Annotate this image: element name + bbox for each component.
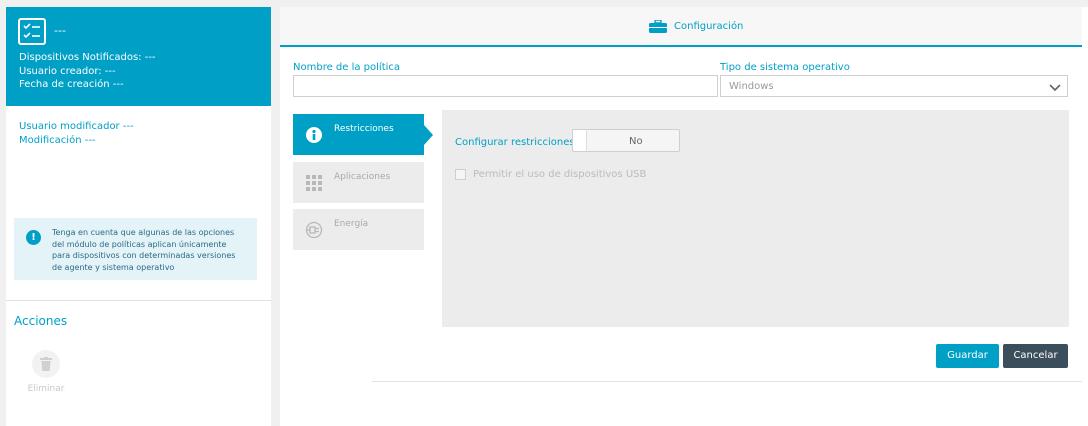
toggle-value: No [629, 136, 643, 147]
divider [6, 300, 271, 301]
policy-summary-panel: --- Dispositivos Notificados: --- Usuari… [6, 7, 271, 426]
apps-grid-icon [306, 175, 322, 191]
configuration-header: Configuración [280, 7, 1082, 47]
policy-name-label: Nombre de la política [293, 62, 401, 73]
configure-restrictions-label: Configurar restricciones [455, 137, 575, 148]
info-icon [306, 127, 322, 143]
policy-header: --- Dispositivos Notificados: --- Usuari… [6, 7, 271, 106]
configuration-header-label: Configuración [674, 21, 744, 32]
delete-button[interactable]: Eliminar [26, 350, 66, 394]
toggle-knob [573, 130, 587, 151]
os-type-select[interactable]: Windows [720, 75, 1068, 97]
configuration-panel: Configuración Nombre de la política Tipo… [280, 7, 1088, 426]
tab-energia[interactable]: Energía [293, 209, 424, 250]
modifier-user: Usuario modificador --- [19, 121, 134, 132]
policy-name-input[interactable] [293, 75, 718, 97]
modification-date: Modificación --- [19, 134, 96, 146]
tab-aplicaciones[interactable]: Aplicaciones [293, 162, 424, 203]
tab-energia-label: Energía [334, 219, 369, 229]
exclamation-icon: ! [26, 230, 41, 245]
policy-meta: Dispositivos Notificados: --- Usuario cr… [19, 51, 156, 92]
tab-aplicaciones-label: Aplicaciones [334, 172, 391, 182]
active-tab-pointer [424, 125, 433, 145]
cancel-button[interactable]: Cancelar [1003, 344, 1068, 368]
os-type-value: Windows [729, 81, 774, 92]
power-plug-icon [305, 221, 323, 239]
tab-restricciones-label: Restricciones [334, 124, 394, 134]
delete-label: Eliminar [27, 384, 65, 394]
checklist-icon [18, 18, 46, 45]
tab-restricciones[interactable]: Restricciones [293, 114, 433, 155]
trash-icon [32, 350, 60, 378]
creator-user: Usuario creador: --- [19, 65, 116, 77]
configuration-title: Configuración [649, 20, 744, 33]
creation-date: Fecha de creación --- [19, 79, 124, 90]
info-notice-text: Tenga en cuenta que algunas de las opcio… [52, 228, 236, 272]
notified-devices: Dispositivos Notificados: --- [19, 52, 156, 63]
usb-checkbox[interactable] [455, 169, 466, 180]
chevron-down-icon [1049, 84, 1061, 92]
configure-restrictions-toggle[interactable]: No [572, 129, 680, 152]
footer-divider [372, 381, 1082, 382]
briefcase-icon [649, 20, 667, 33]
policy-title: --- [54, 24, 66, 37]
usb-checkbox-label: Permitir el uso de dispositivos USB [473, 169, 647, 180]
os-type-label: Tipo de sistema operativo [720, 62, 850, 73]
actions-heading: Acciones [14, 314, 68, 328]
save-button[interactable]: Guardar [936, 344, 999, 368]
modification-info: Usuario modificador --- Modificación --- [6, 106, 271, 161]
restrictions-content: Configurar restricciones No Permitir el … [442, 110, 1069, 327]
info-notice: ! Tenga en cuenta que algunas de las opc… [14, 218, 257, 280]
